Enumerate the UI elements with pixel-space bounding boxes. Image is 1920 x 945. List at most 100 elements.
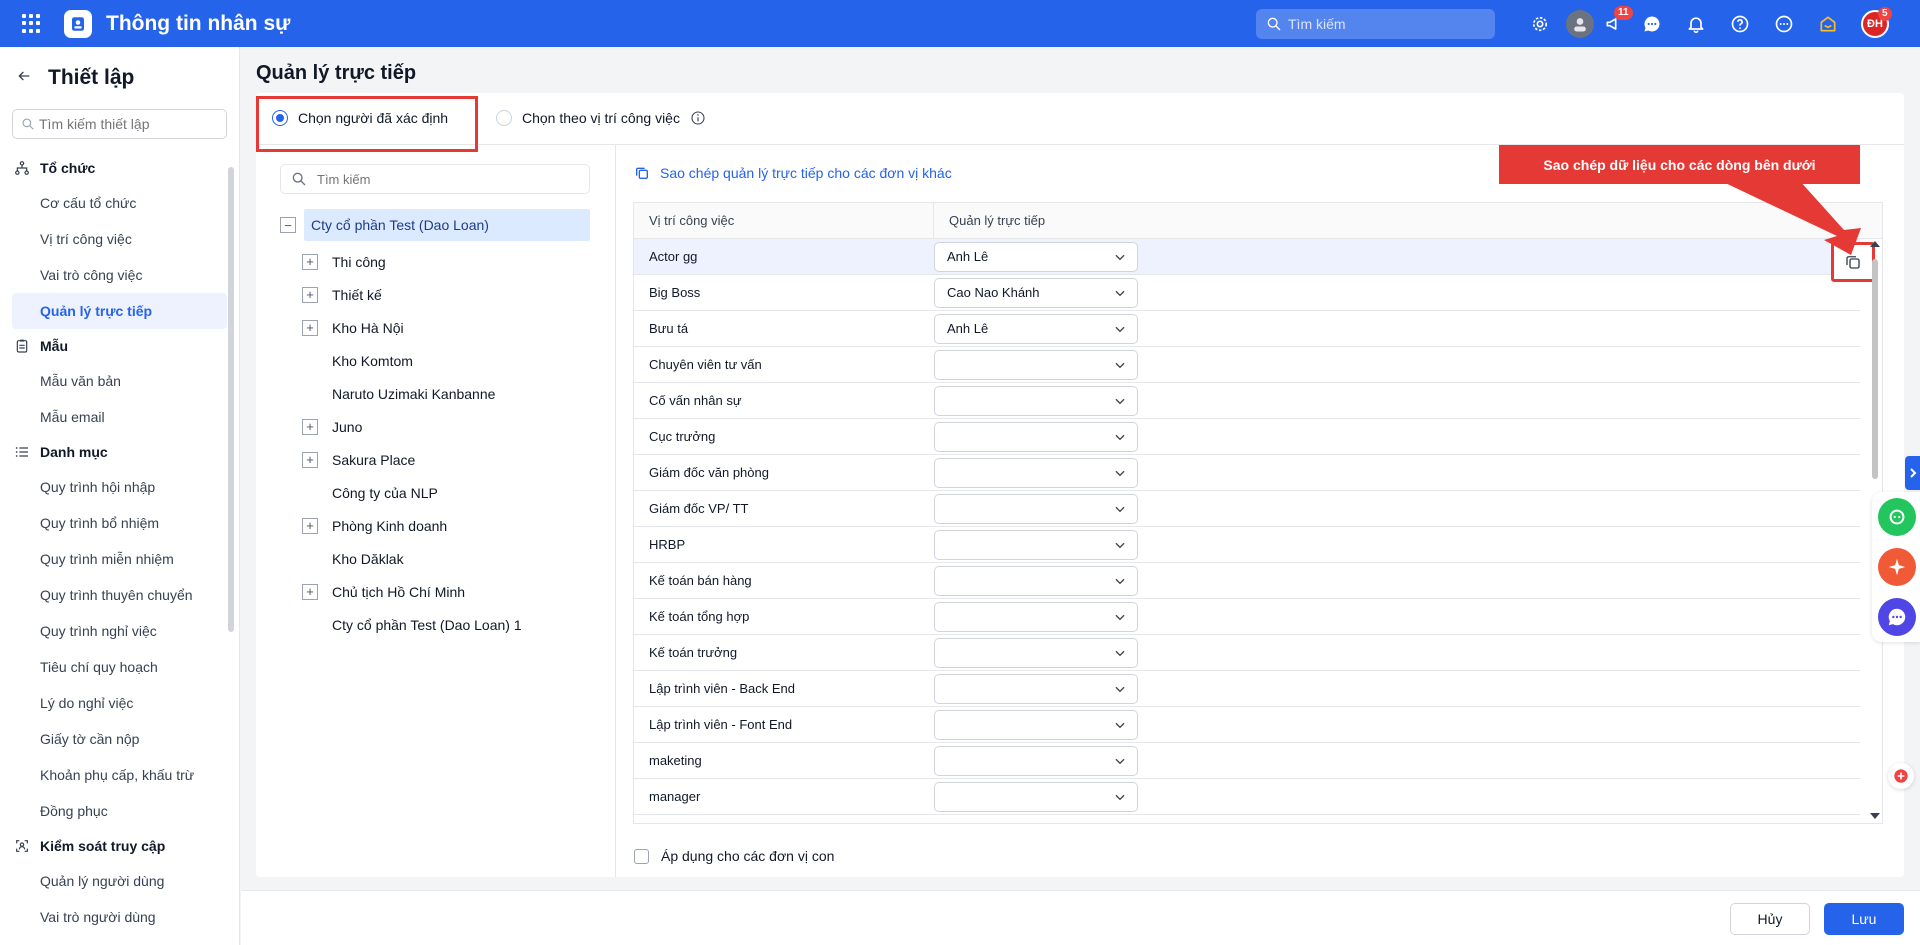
table-row[interactable]: Lập trình viên - Font End	[634, 707, 1860, 743]
sidebar-item[interactable]: Quy trình nghỉ việc	[12, 613, 227, 649]
tree-node[interactable]: Kho Dăklak	[302, 542, 522, 575]
sidebar-item[interactable]: Mẫu văn bản	[12, 363, 227, 399]
table-row[interactable]: manager	[634, 779, 1860, 815]
tree-node[interactable]: + Chủ tịch Hồ Chí Minh	[302, 575, 522, 608]
manager-select[interactable]	[934, 493, 1138, 524]
tree-node-label[interactable]: Thi công	[332, 254, 386, 270]
sidebar-item[interactable]: Quy trình miễn nhiệm	[12, 541, 227, 577]
collapse-icon[interactable]: −	[280, 217, 296, 233]
sidebar-item[interactable]: Vai trò công việc	[12, 257, 227, 293]
sidebar-item[interactable]: Quy trình thuyên chuyển	[12, 577, 227, 613]
expand-icon[interactable]: +	[302, 319, 318, 336]
tree-node-label[interactable]: Cty cổ phần Test (Dao Loan) 1	[332, 617, 522, 633]
manager-select[interactable]: Cao Nao Khánh	[934, 277, 1138, 308]
sidebar-item[interactable]: Quản lý người dùng	[12, 863, 227, 899]
tree-node[interactable]: Cty cổ phần Test (Dao Loan) 1	[302, 608, 522, 641]
settings-search[interactable]	[12, 109, 227, 139]
save-button[interactable]: Lưu	[1824, 903, 1904, 935]
ai-sparkle-icon[interactable]	[1878, 548, 1916, 586]
copy-to-other-units-link[interactable]: Sao chép quản lý trực tiếp cho các đơn v…	[634, 165, 952, 181]
tree-node-label[interactable]: Thiết kế	[332, 287, 382, 303]
sidebar-item[interactable]: Lý do nghỉ việc	[12, 685, 227, 721]
sidebar-item[interactable]: Quy trình bổ nhiệm	[12, 505, 227, 541]
table-row[interactable]: Big Boss Cao Nao Khánh	[634, 275, 1860, 311]
expand-icon[interactable]: +	[302, 451, 318, 468]
chat-bot-icon[interactable]	[1878, 498, 1916, 536]
back-arrow-icon[interactable]	[16, 68, 36, 89]
manager-select[interactable]	[934, 745, 1138, 776]
tree-node[interactable]: + Juno	[302, 410, 522, 443]
apply-children-option[interactable]: Áp dụng cho các đơn vị con	[634, 848, 834, 864]
manager-select[interactable]: Anh Lê	[934, 241, 1138, 272]
expand-icon[interactable]: +	[302, 253, 318, 270]
tree-node-label[interactable]: Chủ tịch Hồ Chí Minh	[332, 584, 465, 600]
megaphone-icon[interactable]: 11	[1602, 6, 1633, 36]
tree-node-label[interactable]: Kho Dăklak	[332, 551, 404, 567]
cancel-button[interactable]: Hủy	[1730, 903, 1810, 935]
chat-icon[interactable]	[1640, 12, 1664, 36]
table-row[interactable]: Kế toán tổng hợp	[634, 599, 1860, 635]
tree-node[interactable]: + Thiết kế	[302, 278, 522, 311]
tree-node-label[interactable]: Naruto Uzimaki Kanbanne	[332, 386, 495, 402]
sidebar-item[interactable]: Giấy tờ cần nộp	[12, 721, 227, 757]
table-row[interactable]: Lập trình viên - Back End	[634, 671, 1860, 707]
tree-node-label[interactable]: Juno	[332, 419, 362, 435]
apply-children-checkbox[interactable]	[634, 848, 649, 864]
table-row[interactable]: Kế toán trưởng	[634, 635, 1860, 671]
manager-select[interactable]	[934, 349, 1138, 380]
manager-select[interactable]	[934, 421, 1138, 452]
gear-icon[interactable]	[1528, 12, 1552, 36]
tree-node[interactable]: Kho Komtom	[302, 344, 522, 377]
table-row[interactable]: maketing	[634, 743, 1860, 779]
user-avatar[interactable]: ĐH 5	[1861, 7, 1892, 38]
help-icon[interactable]	[1728, 12, 1752, 36]
sidebar-item[interactable]: Tiêu chí quy hoạch	[12, 649, 227, 685]
table-row[interactable]: HRBP	[634, 527, 1860, 563]
info-icon[interactable]	[690, 110, 706, 126]
user-photo-avatar[interactable]	[1566, 10, 1594, 38]
table-row[interactable]: Cố vấn nhân sự	[634, 383, 1860, 419]
table-row[interactable]: Giám đốc văn phòng	[634, 455, 1860, 491]
expand-icon[interactable]: +	[302, 583, 318, 600]
bell-icon[interactable]	[1684, 12, 1708, 36]
settings-search-input[interactable]	[39, 116, 219, 132]
sidebar-item[interactable]: Quản lý trực tiếp	[12, 293, 227, 329]
tree-node-label[interactable]: Sakura Place	[332, 452, 415, 468]
table-row[interactable]: Cục trưởng	[634, 419, 1860, 455]
tree-node[interactable]: Naruto Uzimaki Kanbanne	[302, 377, 522, 410]
manager-select[interactable]	[934, 673, 1138, 704]
tree-search-input[interactable]	[317, 171, 567, 187]
sidebar-item[interactable]: Cơ cấu tổ chức	[12, 185, 227, 221]
table-row[interactable]: Giám đốc VP/ TT	[634, 491, 1860, 527]
tree-node[interactable]: Công ty của NLP	[302, 476, 522, 509]
tree-node-label[interactable]: Công ty của NLP	[332, 485, 438, 501]
tree-node-label[interactable]: Cty cổ phần Test (Dao Loan)	[304, 209, 590, 241]
tree-node-label[interactable]: Kho Hà Nội	[332, 320, 404, 336]
global-search-input[interactable]	[1288, 16, 1478, 32]
tree-root-node[interactable]: − Cty cổ phần Test (Dao Loan)	[280, 209, 590, 241]
sidebar-item[interactable]: Vị trí công việc	[12, 221, 227, 257]
manager-select[interactable]	[934, 601, 1138, 632]
scroll-down-icon[interactable]	[1870, 813, 1880, 819]
sidebar-item[interactable]: Mẫu email	[12, 399, 227, 435]
manager-select[interactable]	[934, 709, 1138, 740]
manager-select[interactable]	[934, 637, 1138, 668]
messenger-icon[interactable]	[1878, 598, 1916, 636]
manager-select[interactable]	[934, 529, 1138, 560]
tree-node[interactable]: + Kho Hà Nội	[302, 311, 522, 344]
tree-node[interactable]: + Thi công	[302, 245, 522, 278]
side-panel-toggle[interactable]	[1905, 456, 1920, 490]
sidebar-item[interactable]: Vai trò người dùng	[12, 899, 227, 935]
radio-button[interactable]	[496, 110, 512, 126]
gift-icon[interactable]	[1816, 12, 1840, 36]
sidebar-item[interactable]: Quy trình hội nhập	[12, 469, 227, 505]
more-icon[interactable]	[1772, 12, 1796, 36]
quick-add-icon[interactable]	[1888, 763, 1914, 789]
tree-node[interactable]: + Sakura Place	[302, 443, 522, 476]
mode-option-by-position[interactable]: Chọn theo vị trí công việc	[496, 110, 706, 126]
table-row[interactable]: Kế toán bán hàng	[634, 563, 1860, 599]
tree-node-label[interactable]: Kho Komtom	[332, 353, 413, 369]
sidebar-item[interactable]: Khoản phụ cấp, khấu trừ	[12, 757, 227, 793]
sidebar-scrollbar[interactable]	[228, 167, 234, 632]
expand-icon[interactable]: +	[302, 286, 318, 303]
